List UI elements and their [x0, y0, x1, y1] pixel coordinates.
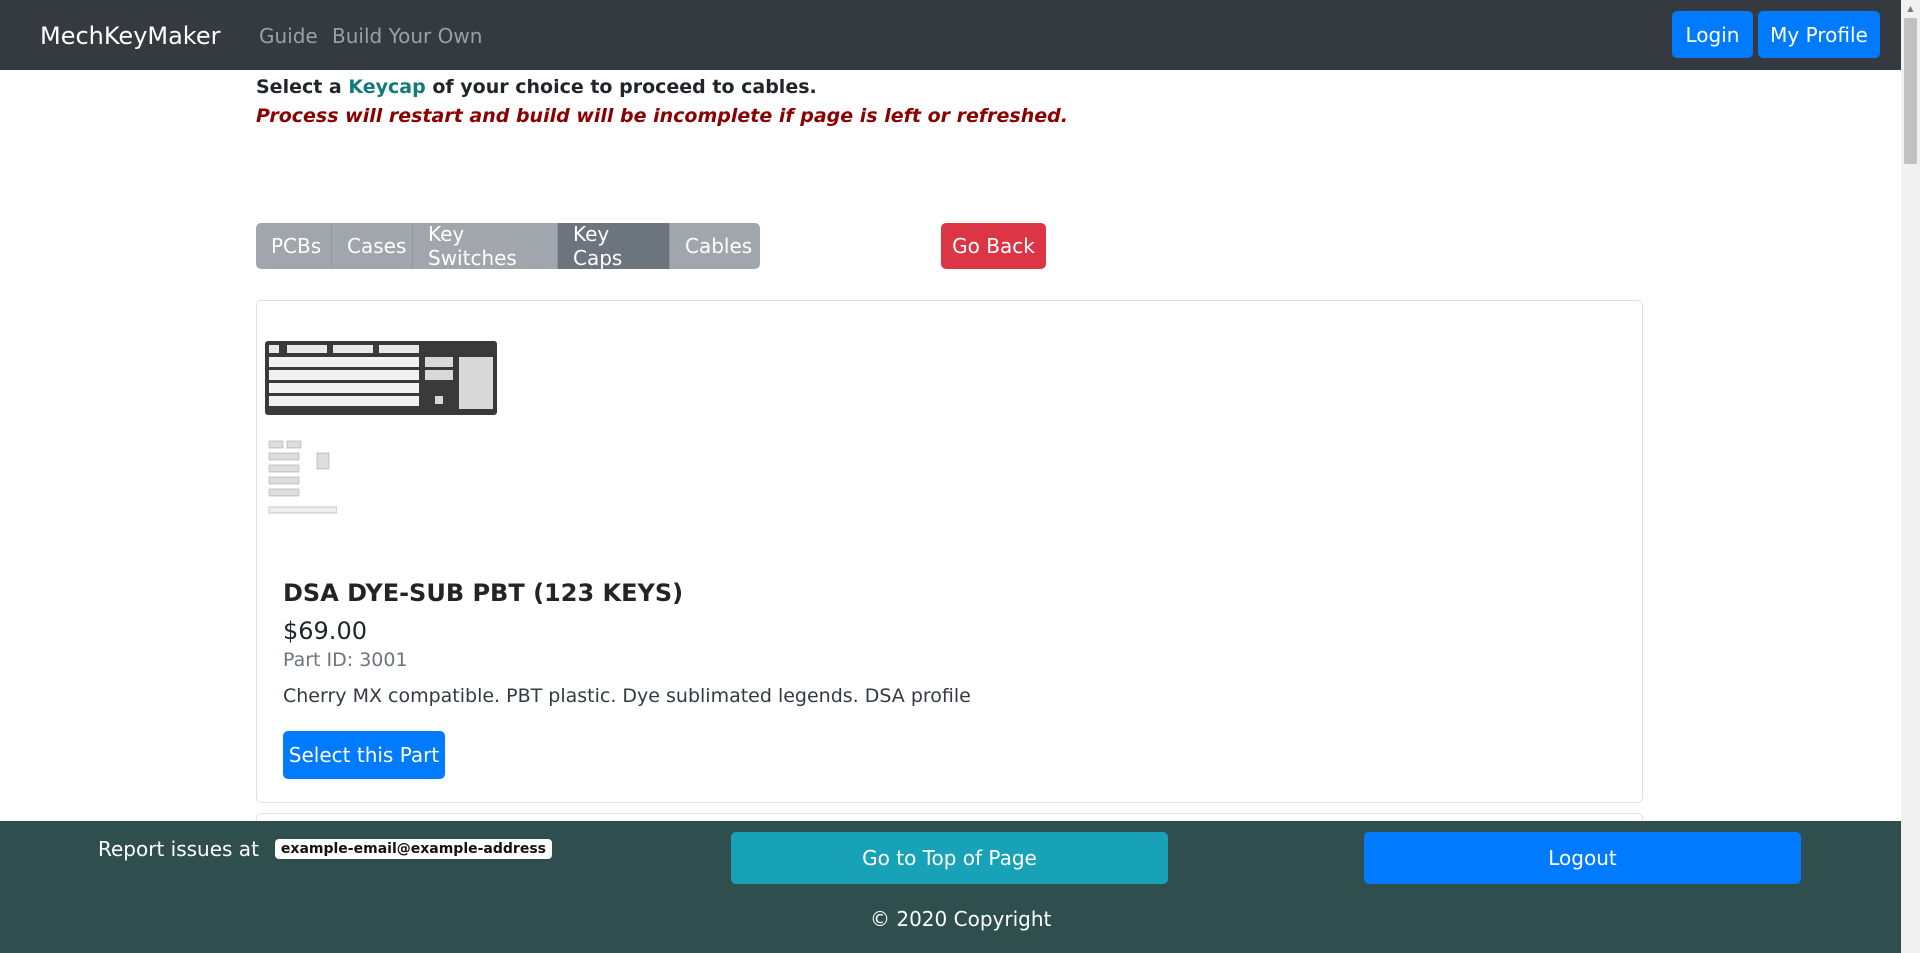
step-cases[interactable]: Cases — [332, 223, 413, 269]
scrollbar-thumb[interactable] — [1904, 18, 1917, 164]
nav-link-build-your-own[interactable]: Build Your Own — [332, 24, 482, 48]
go-back-button[interactable]: Go Back — [941, 223, 1046, 269]
keyboard-image — [265, 341, 497, 415]
warning-text: Process will restart and build will be i… — [256, 105, 1068, 127]
product-price: $69.00 — [283, 617, 367, 645]
step-pcbs[interactable]: PCBs — [256, 223, 332, 269]
instruction-prefix: Select a — [256, 76, 349, 98]
instruction-text: Select a Keycap of your choice to procee… — [256, 76, 817, 98]
nav-link-guide[interactable]: Guide — [259, 24, 318, 48]
login-button[interactable]: Login — [1672, 11, 1753, 58]
keycap-set-image — [268, 440, 337, 514]
product-name: DSA DYE-SUB PBT (123 KEYS) — [283, 579, 684, 607]
page-scrollbar[interactable]: ▲ — [1901, 0, 1920, 953]
product-card: DSA DYE-SUB PBT (123 KEYS) $69.00 Part I… — [256, 300, 1643, 803]
step-key-caps[interactable]: Key Caps — [558, 223, 670, 269]
product-part-id: Part ID: 3001 — [283, 649, 408, 671]
step-key-switches[interactable]: Key Switches — [413, 223, 558, 269]
step-cables[interactable]: Cables — [670, 223, 760, 269]
my-profile-button[interactable]: My Profile — [1758, 11, 1880, 58]
logout-button[interactable]: Logout — [1364, 832, 1801, 884]
report-issues: Report issues at example-email@example-a… — [98, 837, 552, 861]
build-steps-group: PCBs Cases Key Switches Key Caps Cables — [256, 223, 760, 269]
report-email: example-email@example-address — [274, 839, 552, 859]
select-part-button[interactable]: Select this Part — [283, 731, 445, 779]
instruction-suffix: of your choice to proceed to cables. — [425, 76, 817, 98]
copyright-text: © 2020 Copyright — [870, 907, 1052, 931]
instruction-keyword: Keycap — [348, 76, 426, 98]
brand-logo[interactable]: MechKeyMaker — [40, 22, 220, 50]
scroll-up-arrow-icon[interactable]: ▲ — [1901, 0, 1920, 17]
navbar: MechKeyMaker Guide Build Your Own Login … — [0, 0, 1901, 70]
footer: Report issues at example-email@example-a… — [0, 821, 1901, 953]
go-to-top-button[interactable]: Go to Top of Page — [731, 832, 1168, 884]
report-label: Report issues at — [98, 837, 259, 861]
product-description: Cherry MX compatible. PBT plastic. Dye s… — [283, 685, 971, 707]
